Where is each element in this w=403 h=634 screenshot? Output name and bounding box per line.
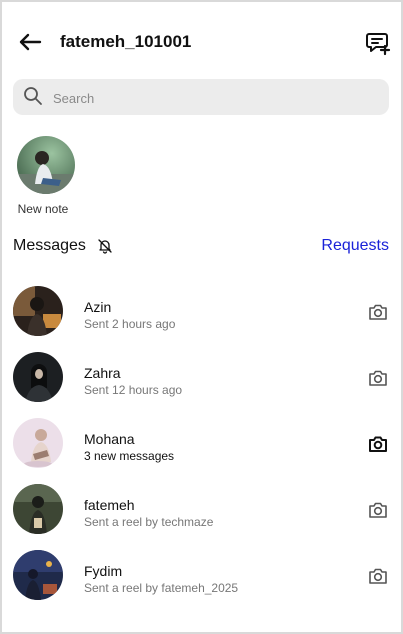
avatar[interactable] <box>13 550 63 600</box>
camera-icon[interactable] <box>367 499 389 521</box>
new-note[interactable]: New note <box>14 136 78 216</box>
page-title: fatemeh_101001 <box>60 32 192 51</box>
camera-icon[interactable] <box>367 367 389 389</box>
avatar[interactable] <box>13 286 63 336</box>
avatar-image <box>13 550 63 600</box>
bell-off-icon <box>98 239 112 254</box>
thread-name: fatemeh <box>84 497 135 513</box>
thread-item[interactable]: Zahra Sent 12 hours ago <box>2 352 401 408</box>
search-bar[interactable] <box>13 79 389 117</box>
messages-screen: fatemeh_101001 Search New note Messages … <box>0 0 403 634</box>
avatar-image <box>13 418 63 468</box>
avatar-image <box>13 484 63 534</box>
thread-item[interactable]: Azin Sent 2 hours ago <box>2 286 401 342</box>
thread-item[interactable]: fatemeh Sent a reel by techmaze <box>2 484 401 540</box>
camera-icon[interactable] <box>367 433 389 455</box>
thread-name: Fydim <box>84 563 123 579</box>
new-message-icon <box>366 33 391 56</box>
thread-name: Zahra <box>84 365 121 381</box>
thread-status: Sent a reel by fatemeh_2025 <box>84 581 239 595</box>
thread-name: Azin <box>84 299 112 315</box>
thread-name: Mohana <box>84 431 135 447</box>
messages-heading: Messages <box>13 237 86 254</box>
search-input[interactable] <box>51 79 385 117</box>
back-button[interactable] <box>16 28 44 56</box>
thread-item[interactable]: Mohana 3 new messages <box>2 418 401 474</box>
avatar[interactable] <box>13 484 63 534</box>
note-avatar-image <box>17 136 75 194</box>
thread-status: Sent 12 hours ago <box>84 383 183 397</box>
arrow-left-icon <box>19 33 42 51</box>
thread-item[interactable]: Fydim Sent a reel by fatemeh_2025 <box>2 550 401 606</box>
camera-icon[interactable] <box>367 565 389 587</box>
thread-status: Sent 2 hours ago <box>84 317 176 331</box>
new-message-button[interactable] <box>365 30 391 56</box>
header: fatemeh_101001 <box>2 24 401 60</box>
new-note-label: New note <box>17 202 69 216</box>
avatar[interactable] <box>13 418 63 468</box>
camera-icon[interactable] <box>367 301 389 323</box>
avatar-image <box>13 286 63 336</box>
thread-status: 3 new messages <box>84 449 175 463</box>
requests-link[interactable]: Requests <box>321 237 389 255</box>
search-icon <box>24 87 42 105</box>
note-avatar[interactable] <box>17 136 75 194</box>
avatar-image <box>13 352 63 402</box>
thread-status: Sent a reel by techmaze <box>84 515 214 529</box>
avatar[interactable] <box>13 352 63 402</box>
